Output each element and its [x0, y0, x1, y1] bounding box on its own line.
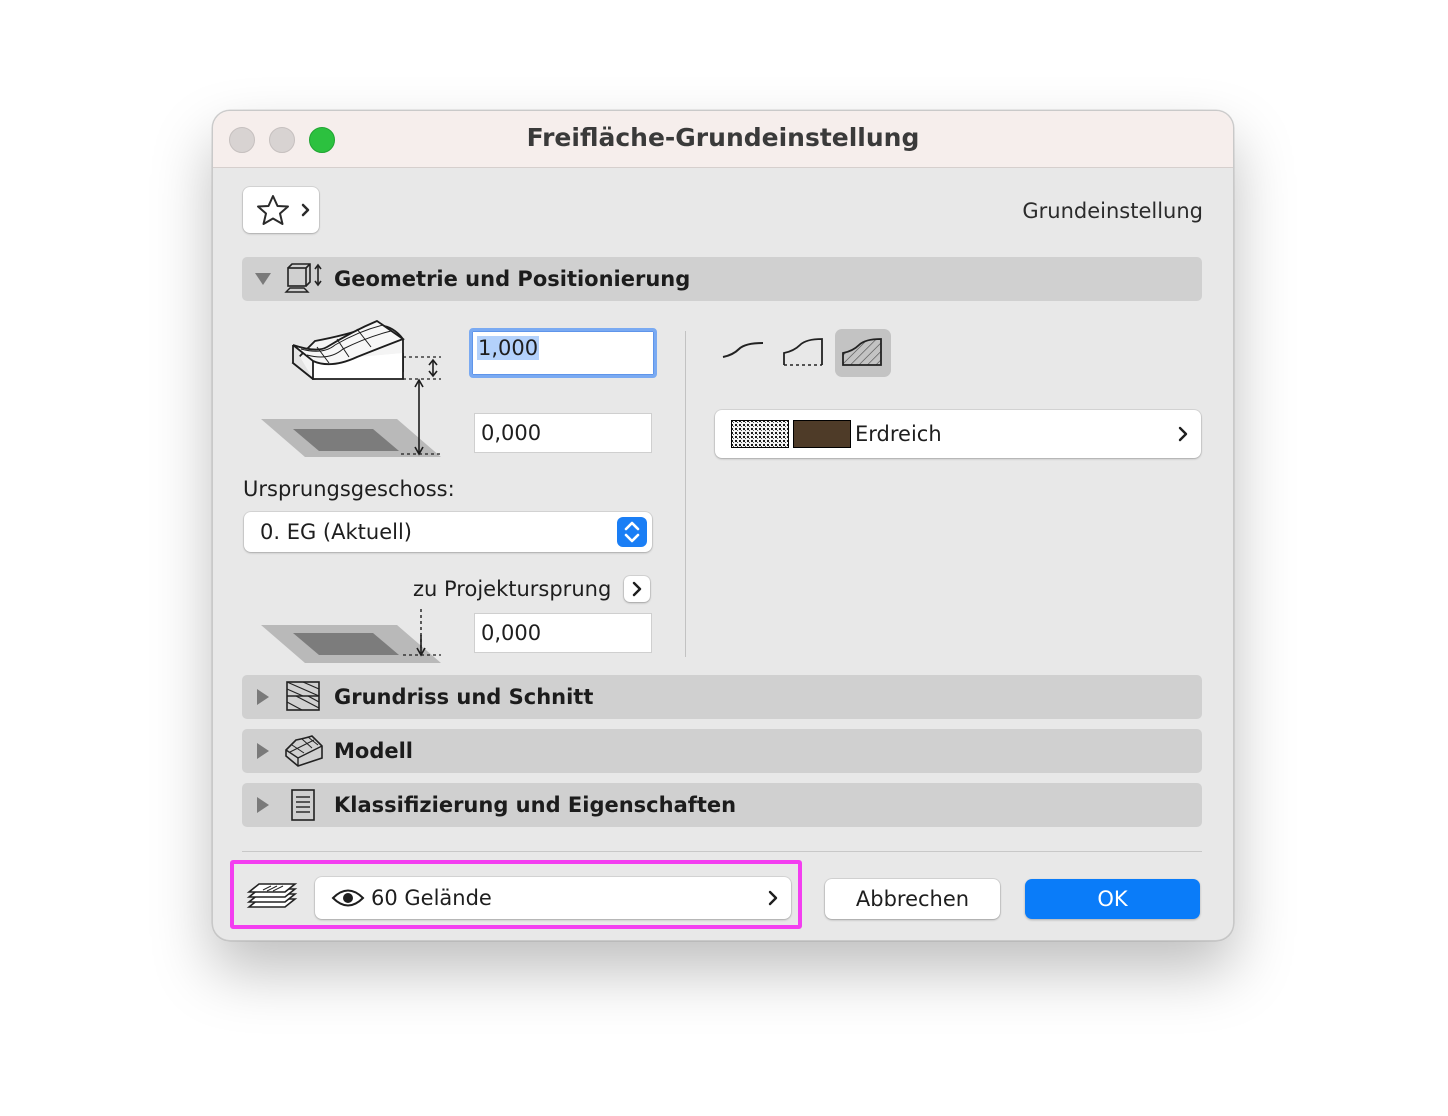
home-story-select[interactable]: 0. EG (Aktuell) — [244, 512, 652, 552]
thickness-value: 1,000 — [477, 336, 540, 360]
material-pattern-swatch — [731, 420, 789, 448]
annotation-highlight — [230, 860, 802, 929]
section-classification[interactable]: Klassifizierung und Eigenschaften — [242, 783, 1202, 827]
disclosure-right-icon — [257, 797, 269, 813]
chevron-updown-icon — [624, 521, 640, 543]
ok-button[interactable]: OK — [1025, 879, 1200, 919]
home-story-value: 0. EG (Aktuell) — [260, 520, 412, 544]
cancel-button[interactable]: Abbrechen — [825, 879, 1000, 919]
stepper-control — [617, 517, 647, 547]
footer-divider — [242, 851, 1202, 852]
window-title: Freifläche-Grundeinstellung — [526, 123, 920, 152]
origin-offset-input[interactable]: 0,000 — [474, 613, 652, 653]
section-floorplan-label: Grundriss und Schnitt — [334, 685, 594, 709]
thickness-input[interactable]: 1,000 — [469, 328, 657, 378]
section-model-label: Modell — [334, 739, 413, 763]
favorites-button[interactable] — [243, 187, 319, 233]
chevron-right-icon — [632, 581, 642, 597]
section-geometry-label: Geometrie und Positionierung — [334, 267, 691, 291]
document-list-icon — [291, 789, 315, 821]
surface-top-button[interactable] — [715, 329, 771, 377]
section-floorplan[interactable]: Grundriss und Schnitt — [242, 675, 1202, 719]
vertical-divider — [685, 331, 686, 657]
preset-label: Grundeinstellung — [1022, 199, 1203, 223]
surface-edge-button[interactable] — [776, 329, 832, 377]
mesh-model-icon — [285, 735, 323, 767]
title-bar: Freifläche-Grundeinstellung — [213, 111, 1233, 168]
terrain-outline-icon — [783, 338, 823, 366]
section-geometry[interactable]: Geometrie und Positionierung — [242, 257, 1202, 301]
terrain-hatch-icon — [842, 338, 882, 366]
surface-material-value: Erdreich — [855, 422, 942, 446]
settings-dialog: Freifläche-Grundeinstellung Grundeinstel… — [212, 110, 1234, 941]
floorplan-section-icon — [286, 681, 320, 711]
section-classification-label: Klassifizierung und Eigenschaften — [334, 793, 737, 817]
project-origin-button[interactable] — [624, 576, 650, 602]
curve-line-icon — [722, 342, 764, 358]
disclosure-right-icon — [257, 743, 269, 759]
disclosure-down-icon — [255, 273, 271, 285]
geometry-position-icon — [284, 263, 322, 293]
material-color-swatch — [793, 420, 851, 448]
project-origin-label: zu Projektursprung — [413, 577, 612, 601]
star-icon — [257, 195, 310, 225]
surface-material-select[interactable]: Erdreich — [715, 410, 1201, 458]
home-story-label: Ursprungsgeschoss: — [243, 477, 455, 501]
disclosure-right-icon — [257, 689, 269, 705]
section-model[interactable]: Modell — [242, 729, 1202, 773]
chevron-right-icon — [1178, 426, 1188, 442]
surface-solid-button[interactable] — [835, 329, 891, 377]
offset-input[interactable]: 0,000 — [474, 413, 652, 453]
origin-offset-diagram — [261, 609, 441, 663]
terrain-thickness-diagram — [261, 319, 441, 457]
